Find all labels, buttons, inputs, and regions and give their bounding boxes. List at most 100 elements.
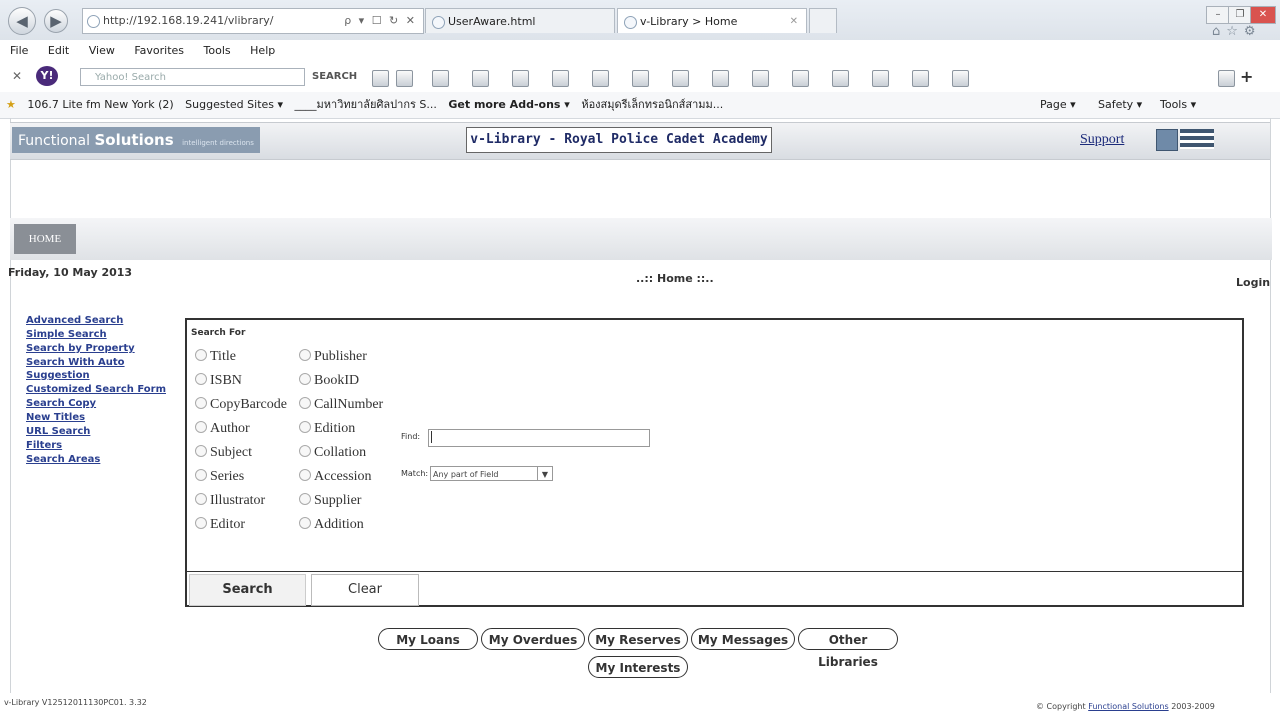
toolbar-app-icon[interactable]: [912, 70, 929, 87]
close-toolbar-icon[interactable]: ✕: [12, 69, 22, 83]
toolbar-app-icon[interactable]: [512, 70, 529, 87]
radio-button-icon[interactable]: [299, 517, 311, 529]
sidebar-item-filters[interactable]: Filters: [26, 439, 171, 452]
radio-author[interactable]: Author: [195, 418, 287, 440]
maximize-icon[interactable]: ❐: [1228, 6, 1252, 24]
favorite-link[interactable]: ____มหาวิทยาลัยศิลปากร S...: [295, 98, 437, 111]
toolbar-app-icon[interactable]: [1218, 70, 1235, 87]
sidebar-item-search-copy[interactable]: Search Copy: [26, 397, 171, 410]
toolbar-app-icon[interactable]: [632, 70, 649, 87]
my-messages-button[interactable]: My Messages: [691, 628, 795, 650]
menu-file[interactable]: File: [10, 44, 28, 57]
forward-icon[interactable]: ▶: [44, 9, 68, 33]
sidebar-item-search-with-auto-suggestion[interactable]: Search With Auto Suggestion: [26, 356, 171, 382]
menu-tools[interactable]: Tools: [204, 44, 231, 57]
clear-button[interactable]: Clear: [311, 574, 419, 606]
radio-publisher[interactable]: Publisher: [299, 346, 383, 368]
add-icon[interactable]: +: [1240, 67, 1253, 86]
favorite-link[interactable]: 106.7 Lite fm New York (2): [27, 98, 173, 111]
yahoo-search-input[interactable]: Yahoo! Search: [80, 68, 305, 86]
radio-illustrator[interactable]: Illustrator: [195, 490, 287, 512]
toolbar-app-icon[interactable]: [832, 70, 849, 87]
yahoo-icon[interactable]: Y!: [36, 66, 58, 86]
my-loans-button[interactable]: My Loans: [378, 628, 478, 650]
radio-isbn[interactable]: ISBN: [195, 370, 287, 392]
list-view-icon[interactable]: [1180, 129, 1214, 149]
toolbar-app-icon[interactable]: [432, 70, 449, 87]
radio-supplier[interactable]: Supplier: [299, 490, 383, 512]
toolbar-app-icon[interactable]: [396, 70, 413, 87]
radio-subject[interactable]: Subject: [195, 442, 287, 464]
radio-button-icon[interactable]: [195, 517, 207, 529]
sidebar-item-new-titles[interactable]: New Titles: [26, 411, 171, 424]
menu-edit[interactable]: Edit: [48, 44, 69, 57]
tab-close-icon[interactable]: ✕: [790, 9, 798, 34]
safety-menu[interactable]: Safety ▾: [1098, 92, 1142, 118]
menu-view[interactable]: View: [89, 44, 115, 57]
toolbar-app-icon[interactable]: [952, 70, 969, 87]
toolbar-app-icon[interactable]: [472, 70, 489, 87]
page-menu[interactable]: Page ▾: [1040, 92, 1076, 118]
radio-button-icon[interactable]: [299, 493, 311, 505]
radio-button-icon[interactable]: [195, 469, 207, 481]
sidebar-item-advanced-search[interactable]: Advanced Search: [26, 314, 171, 327]
menu-favorites[interactable]: Favorites: [134, 44, 184, 57]
toolbar-app-icon[interactable]: [672, 70, 689, 87]
toolbar-app-icon[interactable]: [872, 70, 889, 87]
sidebar-item-search-areas[interactable]: Search Areas: [26, 453, 171, 466]
tab-useraware[interactable]: UserAware.html: [425, 8, 615, 33]
home-star-gear-icons[interactable]: ⌂☆⚙: [1212, 24, 1262, 39]
minimize-icon[interactable]: –: [1206, 6, 1230, 24]
radio-button-icon[interactable]: [195, 493, 207, 505]
favorite-link[interactable]: ห้องสมุดรีเล็กทรอนิกส์สามม...: [581, 98, 723, 111]
radio-button-icon[interactable]: [195, 373, 207, 385]
favorite-link[interactable]: Suggested Sites ▾: [185, 98, 283, 111]
support-link[interactable]: Support: [1080, 132, 1124, 148]
toolbar-app-icon[interactable]: [592, 70, 609, 87]
login-link[interactable]: Login: [1236, 276, 1270, 289]
radio-button-icon[interactable]: [299, 397, 311, 409]
menu-help[interactable]: Help: [250, 44, 275, 57]
radio-button-icon[interactable]: [299, 445, 311, 457]
radio-button-icon[interactable]: [299, 421, 311, 433]
radio-button-icon[interactable]: [299, 469, 311, 481]
chevron-down-icon[interactable]: ▼: [537, 467, 552, 480]
radio-callnumber[interactable]: CallNumber: [299, 394, 383, 416]
my-reserves-button[interactable]: My Reserves: [588, 628, 688, 650]
radio-button-icon[interactable]: [195, 349, 207, 361]
other-libraries-button[interactable]: Other Libraries: [798, 628, 898, 669]
radio-button-icon[interactable]: [299, 373, 311, 385]
radio-editor[interactable]: Editor: [195, 514, 287, 536]
find-input[interactable]: [428, 429, 650, 447]
address-controls[interactable]: ρ ▾ ☐ ↻ ✕: [344, 9, 417, 33]
tab-v-library-home[interactable]: v-Library > Home ✕: [617, 8, 807, 33]
radio-copybarcode[interactable]: CopyBarcode: [195, 394, 287, 416]
grid-view-icon[interactable]: [1156, 129, 1178, 151]
radio-collation[interactable]: Collation: [299, 442, 383, 464]
back-icon[interactable]: ◀: [8, 7, 36, 35]
toolbar-app-icon[interactable]: [752, 70, 769, 87]
toolbar-app-icon[interactable]: [552, 70, 569, 87]
new-tab-button[interactable]: [809, 8, 837, 33]
radio-series[interactable]: Series: [195, 466, 287, 488]
my-overdues-button[interactable]: My Overdues: [481, 628, 585, 650]
toolbar-app-icon[interactable]: [792, 70, 809, 87]
close-window-icon[interactable]: ✕: [1250, 6, 1276, 24]
toolbar-app-icon[interactable]: [712, 70, 729, 87]
radio-edition[interactable]: Edition: [299, 418, 383, 440]
search-button[interactable]: Search: [189, 574, 306, 606]
radio-button-icon[interactable]: [195, 397, 207, 409]
radio-title[interactable]: Title: [195, 346, 287, 368]
yahoo-search-button[interactable]: SEARCH: [312, 68, 357, 86]
favorite-link[interactable]: Get more Add-ons ▾: [448, 98, 569, 111]
radio-button-icon[interactable]: [195, 421, 207, 433]
favorites-star-icon[interactable]: ★: [6, 98, 16, 111]
radio-button-icon[interactable]: [299, 349, 311, 361]
tools-menu[interactable]: Tools ▾: [1160, 92, 1196, 118]
radio-button-icon[interactable]: [195, 445, 207, 457]
radio-accession[interactable]: Accession: [299, 466, 383, 488]
address-bar[interactable]: http://192.168.19.241/vlibrary/ ρ ▾ ☐ ↻ …: [82, 8, 424, 34]
sidebar-item-simple-search[interactable]: Simple Search: [26, 328, 171, 341]
radio-addition[interactable]: Addition: [299, 514, 383, 536]
home-button[interactable]: HOME: [14, 224, 76, 254]
